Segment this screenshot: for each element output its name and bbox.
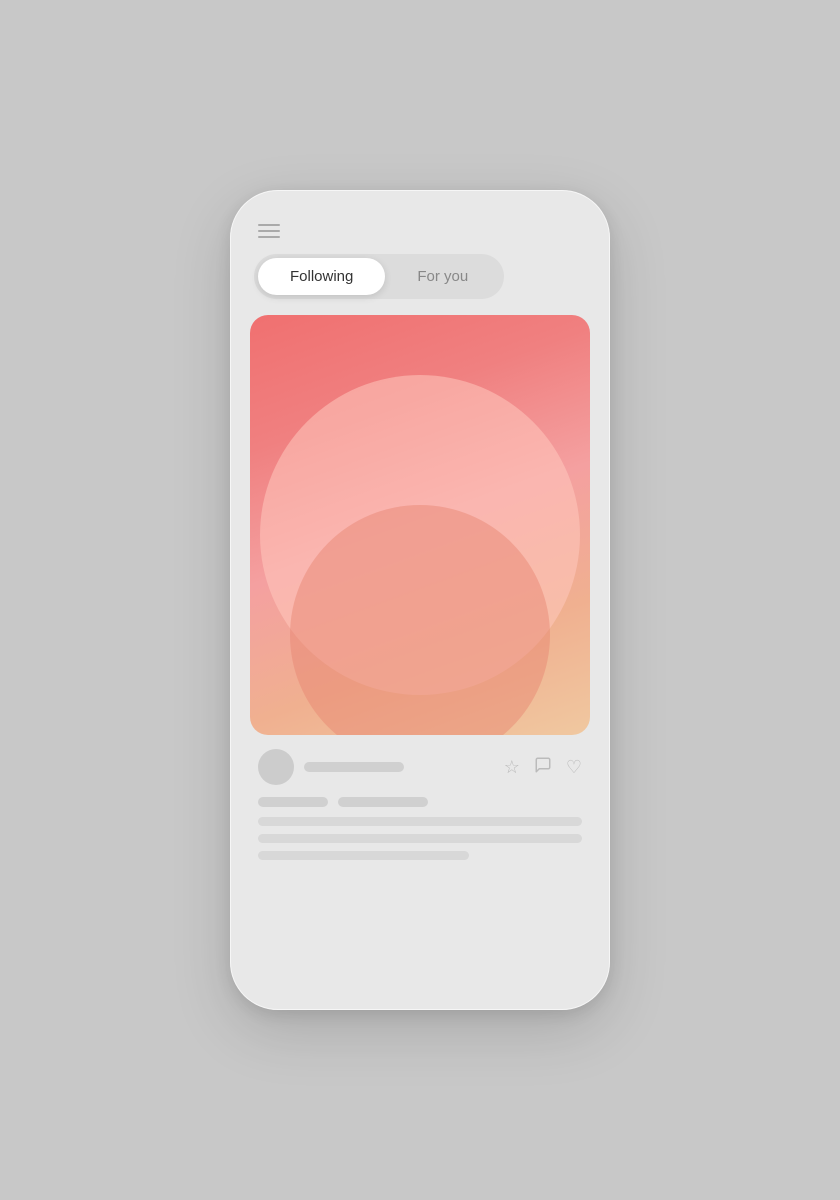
hamburger-menu-icon[interactable] (258, 224, 280, 238)
description-line-2 (258, 834, 582, 843)
action-icons: ☆ ♡ (504, 756, 582, 779)
phone-frame: Following For you ☆ ♡ (230, 190, 610, 1010)
tags-row (258, 797, 582, 807)
tag-bar-2 (338, 797, 428, 807)
post-image-card (250, 315, 590, 735)
tab-switcher: Following For you (254, 254, 504, 299)
description-line-1 (258, 817, 582, 826)
bookmark-icon[interactable]: ☆ (504, 757, 520, 778)
comment-icon[interactable] (534, 756, 552, 779)
heart-icon[interactable]: ♡ (566, 757, 582, 778)
author-name-placeholder (304, 762, 404, 772)
author-avatar (258, 749, 294, 785)
description-line-3 (258, 851, 469, 860)
top-bar (250, 220, 590, 254)
post-footer: ☆ ♡ (250, 735, 590, 868)
post-author-row: ☆ ♡ (258, 749, 582, 785)
post-image (250, 315, 590, 735)
author-left (258, 749, 404, 785)
tab-following[interactable]: Following (258, 258, 385, 295)
tag-bar-1 (258, 797, 328, 807)
tab-for-you[interactable]: For you (385, 258, 500, 295)
